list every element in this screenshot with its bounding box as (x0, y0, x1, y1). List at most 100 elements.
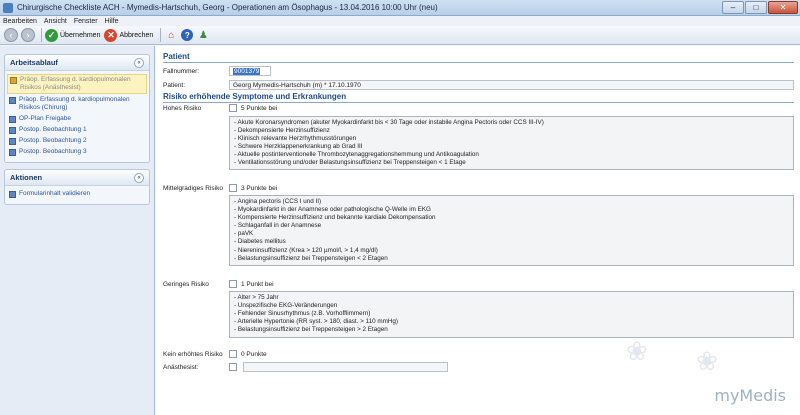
anesthetist-label: Anästhesist: (163, 364, 199, 371)
accept-button[interactable]: ✓ Übernehmen (45, 28, 101, 42)
action-label: Formularinhalt validieren (19, 190, 91, 197)
list-item: - Niereninsuffizienz (Krea > 120 µmol/l,… (234, 246, 378, 254)
low-risk-checkbox[interactable] (229, 280, 237, 288)
back-button[interactable]: ‹ (4, 28, 18, 42)
menu-bearbeiten[interactable]: Bearbeiten (3, 18, 37, 25)
case-number-field[interactable]: 9001379 (229, 66, 271, 76)
anesthetist-checkbox[interactable] (229, 363, 237, 371)
workflow-panel: Arbeitsablauf « Präop. Erfassung d. kard… (4, 54, 150, 163)
medium-risk-points: 3 Punkte bei (241, 184, 278, 192)
actions-panel: Aktionen « Formularinhalt validieren (4, 169, 150, 205)
list-item: - Ventilationsstörung und/oder Belastung… (234, 159, 466, 167)
section-divider (163, 102, 794, 103)
workflow-item-postop-1[interactable]: Postop. Beobachtung 1 (7, 125, 147, 135)
check-icon: ✓ (45, 28, 58, 42)
app-icon (3, 2, 13, 13)
list-item: - Alter > 75 Jahr (234, 294, 279, 301)
no-risk-checkbox-row: 0 Punkte (229, 350, 267, 358)
menu-ansicht[interactable]: Ansicht (44, 18, 67, 25)
section-title-risk: Risiko erhöhende Symptome und Erkrankung… (163, 92, 347, 101)
list-item: - Dekompensierte Herzinsuffizienz (234, 127, 330, 135)
user-icon[interactable]: ♟ (196, 28, 210, 42)
mymedis-logo: myMedis (714, 386, 786, 405)
workflow-item-label: Postop. Beobachtung 1 (19, 126, 87, 133)
workflow-title: Arbeitsablauf (10, 58, 58, 67)
form-icon (9, 97, 16, 104)
help-icon[interactable]: ? (181, 29, 194, 41)
high-risk-checkbox[interactable] (229, 104, 237, 112)
toolbar: ‹ › ✓ Übernehmen ✕ Abbrechen ⌂ ? ♟ (0, 26, 800, 45)
sidebar: Arbeitsablauf « Präop. Erfassung d. kard… (0, 46, 155, 415)
workflow-list: Präop. Erfassung d. kardiopulmonalen Ris… (5, 71, 149, 162)
workflow-item-chirurg[interactable]: Präop. Erfassung d. kardiopulmonalen Ris… (7, 95, 147, 113)
list-item: - Myokardinfarkt in der Anamnese oder pa… (234, 206, 431, 214)
list-item: - Diabetes mellitus (234, 238, 286, 246)
window-controls: – □ ✕ (721, 1, 798, 14)
home-icon[interactable]: ⌂ (164, 28, 178, 42)
actions-panel-header[interactable]: Aktionen « (5, 170, 149, 186)
list-item: - Belastungsinsuffizienz bei Treppenstei… (234, 326, 388, 334)
form-icon (9, 138, 16, 145)
section-divider (163, 62, 794, 63)
window-title: Chirurgische Checkliste ACH - Mymedis-Ha… (17, 3, 438, 12)
list-item: - Klinisch relevante Herzrhythmusstörung… (234, 135, 357, 143)
no-risk-label: Kein erhöhtes Risiko (163, 351, 223, 358)
maximize-button[interactable]: □ (745, 1, 767, 14)
medium-risk-checkbox-row: 3 Punkte bei (229, 184, 277, 192)
patient-field[interactable]: Georg Mymedis-Hartschuh (m) * 17.10.1970 (229, 80, 794, 90)
high-risk-label: Hohes Risiko (163, 105, 202, 112)
no-risk-points: 0 Punkte (241, 350, 267, 358)
cancel-button[interactable]: ✕ Abbrechen (104, 28, 154, 42)
minimize-button[interactable]: – (722, 1, 744, 14)
workflow-panel-header[interactable]: Arbeitsablauf « (5, 55, 149, 71)
high-risk-criteria-box: - Akute Koronarsyndromen (akuter Myokard… (229, 116, 794, 170)
workflow-item-label: OP-Plan Freigabe (19, 115, 72, 122)
workflow-item-postop-2[interactable]: Postop. Beobachtung 2 (7, 136, 147, 146)
case-number-row: Fallnummer: 9001379 (163, 66, 271, 76)
workflow-item-label: Postop. Beobachtung 2 (19, 137, 87, 144)
collapse-icon[interactable]: « (134, 57, 144, 68)
menu-fenster[interactable]: Fenster (74, 18, 98, 25)
toolbar-divider (41, 28, 42, 42)
title-bar: Chirurgische Checkliste ACH - Mymedis-Ha… (0, 0, 800, 16)
medium-risk-criteria-box: - Angina pectoris (CCS I und II) - Myoka… (229, 195, 794, 266)
forward-button[interactable]: › (21, 28, 35, 42)
list-item: - Akute Koronarsyndromen (akuter Myokard… (234, 119, 544, 126)
list-item: - Belastungsinsuffizienz bei Treppenstei… (234, 254, 388, 262)
workflow-item-anaesthesist[interactable]: Präop. Erfassung d. kardiopulmonalen Ris… (7, 74, 147, 94)
form-icon (10, 77, 17, 84)
form-icon (9, 127, 16, 134)
low-risk-points: 1 Punkt bei (241, 280, 274, 288)
workflow-item-label: Präop. Erfassung d. kardiopulmonalen Ris… (20, 76, 131, 91)
low-risk-label: Geringes Risiko (163, 281, 209, 288)
patient-row: Patient: Georg Mymedis-Hartschuh (m) * 1… (163, 80, 794, 90)
workflow-item-postop-3[interactable]: Postop. Beobachtung 3 (7, 147, 147, 157)
form-icon (9, 116, 16, 123)
collapse-icon[interactable]: « (134, 172, 144, 183)
accept-label: Übernehmen (60, 31, 101, 39)
workflow-item-op-plan[interactable]: OP-Plan Freigabe (7, 114, 147, 124)
list-item: - Unspezifische EKG-Veränderungen (234, 302, 338, 310)
case-number-value: 9001379 (233, 68, 261, 75)
list-item: - Aktuelle postinterventionelle Thromboz… (234, 151, 479, 159)
medium-risk-checkbox[interactable] (229, 184, 237, 192)
menu-hilfe[interactable]: Hilfe (105, 18, 119, 25)
medium-risk-label: Mittelgradiges Risiko (163, 185, 223, 192)
form-area: ❀ ❀ Patient Fallnummer: 9001379 Patient:… (156, 46, 800, 415)
menu-bar: Bearbeiten Ansicht Fenster Hilfe (0, 16, 800, 26)
list-item: - Angina pectoris (CCS I und II) (234, 198, 322, 205)
high-risk-points: 5 Punkte bei (241, 104, 278, 112)
low-risk-checkbox-row: 1 Punkt bei (229, 280, 274, 288)
list-item: - Schlaganfall in der Anamnese (234, 222, 322, 230)
list-item: - Fehlender Sinusrhythmus (z.B. Vorhoffl… (234, 310, 371, 318)
actions-title: Aktionen (10, 173, 43, 182)
anesthetist-row (229, 362, 448, 372)
no-risk-checkbox[interactable] (229, 350, 237, 358)
close-button[interactable]: ✕ (768, 1, 798, 14)
patient-label: Patient: (163, 81, 186, 89)
actions-list: Formularinhalt validieren (5, 186, 149, 204)
decorative-butterfly-icon: ❀ (626, 336, 648, 366)
action-validate-form[interactable]: Formularinhalt validieren (7, 189, 147, 199)
cancel-label: Abbrechen (119, 31, 154, 39)
anesthetist-field[interactable] (243, 362, 448, 372)
